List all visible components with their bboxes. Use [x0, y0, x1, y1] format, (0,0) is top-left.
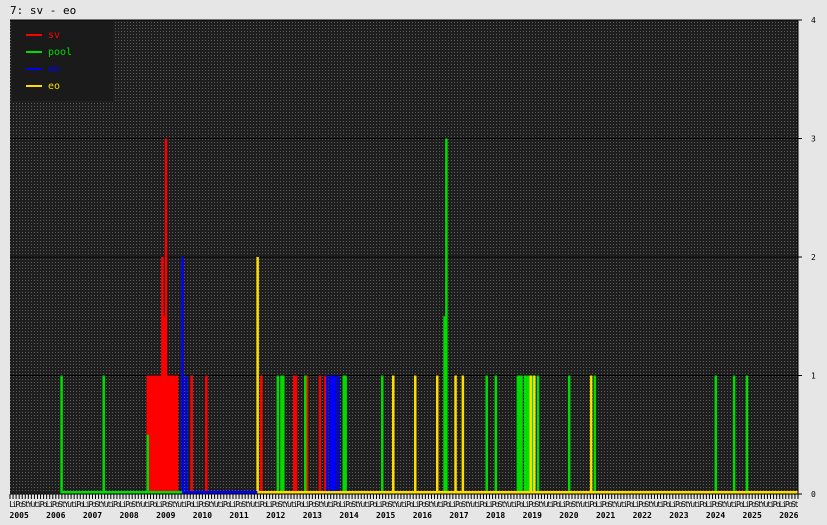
year-tick-label: 2012	[266, 511, 285, 520]
legend-label: eo	[48, 81, 60, 92]
bar	[435, 375, 439, 494]
year-tick-label: 2011	[229, 511, 248, 520]
bar	[146, 434, 149, 494]
year-tick-label: 2025	[743, 511, 762, 520]
year-tick-label: 2022	[633, 511, 652, 520]
year-tick-label: 2010	[193, 511, 212, 520]
year-tick-label: 2018	[486, 511, 505, 520]
y-tick-label: 4	[811, 16, 816, 25]
year-tick-label: 2023	[669, 511, 688, 520]
bar	[381, 375, 384, 494]
bar	[304, 375, 307, 494]
year-tick-label: 2016	[413, 511, 432, 520]
bar	[337, 375, 340, 494]
bar	[536, 375, 540, 494]
bar	[260, 375, 263, 494]
year-tick-label: 2017	[449, 511, 468, 520]
year-tick-label: 2005	[10, 511, 29, 520]
bar	[294, 375, 298, 494]
year-tick-label: 2021	[596, 511, 615, 520]
bar	[333, 375, 336, 494]
y-tick-label: 0	[811, 490, 816, 499]
year-tick-label: 2024	[706, 511, 725, 520]
bar	[344, 375, 347, 494]
bar	[256, 257, 259, 494]
bar	[454, 375, 457, 494]
bar	[60, 375, 63, 494]
bar	[392, 375, 395, 494]
bar	[529, 375, 532, 494]
bar	[494, 375, 498, 494]
year-tick-label: 2020	[559, 511, 578, 520]
bar	[282, 375, 285, 494]
bar	[102, 375, 105, 494]
bar	[318, 375, 322, 494]
legend-box	[12, 21, 113, 101]
bar	[589, 375, 593, 494]
bar	[445, 138, 448, 494]
bar	[413, 375, 417, 494]
bar	[745, 375, 749, 494]
month-tick-label: t	[794, 500, 799, 509]
bar	[485, 375, 488, 494]
year-tick-label: 2009	[156, 511, 175, 520]
bar	[533, 375, 536, 494]
year-tick-label: 2008	[119, 511, 138, 520]
bar	[461, 375, 465, 494]
bar	[181, 257, 184, 494]
year-tick-label: 2019	[523, 511, 542, 520]
legend-label: eo	[48, 64, 60, 75]
bar	[732, 375, 736, 494]
year-tick-label: 2014	[339, 511, 358, 520]
y-tick-label: 3	[811, 135, 816, 144]
bar	[567, 375, 571, 494]
year-tick-label: 2007	[83, 511, 102, 520]
bar	[175, 375, 179, 494]
year-tick-label: 2015	[376, 511, 395, 520]
chart-window: 7: sv - eo 01234 LiPoStYutiPoLiPoStYutiP…	[0, 0, 827, 525]
chart-svg: 01234 LiPoStYutiPoLiPoStYutiPoLiPoStYuti…	[9, 16, 816, 520]
bar	[326, 375, 329, 494]
y-tick-label: 1	[811, 372, 816, 381]
bar	[276, 375, 280, 494]
y-tick-label: 2	[811, 253, 816, 262]
year-tick-label: 2013	[303, 511, 322, 520]
bar	[190, 375, 193, 494]
bar	[593, 375, 597, 494]
legend-label: sv	[48, 30, 60, 41]
bar	[184, 375, 188, 494]
legend-label: pool	[48, 47, 72, 58]
bar	[205, 375, 208, 494]
bar	[714, 375, 718, 494]
year-tick-label: 2026	[779, 511, 798, 520]
bar	[520, 375, 523, 494]
year-tick-label: 2006	[46, 511, 65, 520]
